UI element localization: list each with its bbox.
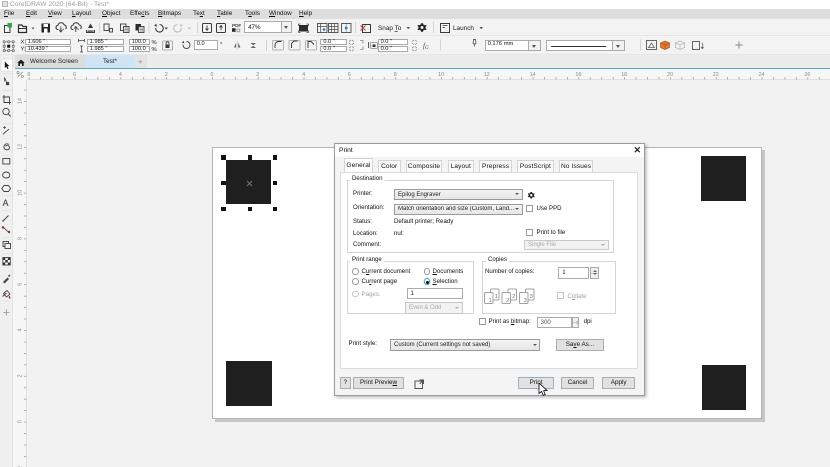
- svg-text:PDF: PDF: [232, 23, 241, 28]
- svg-text:12: 12: [17, 144, 23, 150]
- svg-text:3: 3: [523, 298, 526, 304]
- svg-text:6: 6: [73, 72, 76, 78]
- svg-text:24: 24: [759, 72, 765, 78]
- svg-text:14: 14: [17, 98, 23, 104]
- svg-text:18: 18: [621, 72, 627, 78]
- svg-text:12: 12: [484, 72, 490, 78]
- svg-text:A: A: [3, 198, 9, 208]
- svg-text:1: 1: [488, 298, 491, 304]
- svg-text:10: 10: [438, 72, 444, 78]
- svg-text:6: 6: [348, 72, 351, 78]
- svg-text:16: 16: [575, 72, 581, 78]
- svg-text:%: %: [152, 40, 157, 46]
- svg-text:2: 2: [165, 72, 168, 78]
- svg-text:22: 22: [713, 72, 719, 78]
- svg-text:4: 4: [119, 72, 122, 78]
- svg-text:fG: fG: [423, 42, 429, 51]
- svg-text:Launch: Launch: [453, 25, 474, 32]
- svg-text:2: 2: [512, 294, 515, 300]
- svg-text:0: 0: [211, 72, 214, 78]
- svg-text:%: %: [152, 47, 157, 53]
- svg-text:2: 2: [17, 374, 23, 377]
- svg-text:8: 8: [17, 237, 23, 240]
- svg-text:14: 14: [530, 72, 536, 78]
- svg-text:0: 0: [17, 420, 23, 423]
- svg-text:4: 4: [17, 329, 23, 332]
- svg-text:3: 3: [529, 294, 532, 300]
- svg-text:4: 4: [302, 72, 305, 78]
- svg-text:8: 8: [27, 72, 30, 78]
- svg-text:2: 2: [506, 298, 509, 304]
- svg-text:2: 2: [256, 72, 259, 78]
- svg-text:6: 6: [17, 283, 23, 286]
- svg-text:Snap To: Snap To: [378, 25, 402, 32]
- svg-text:8: 8: [394, 72, 397, 78]
- svg-text:20: 20: [667, 72, 673, 78]
- svg-text:°: °: [220, 43, 223, 49]
- svg-text:1: 1: [494, 294, 497, 300]
- svg-text:26: 26: [804, 72, 810, 78]
- svg-text:10: 10: [17, 190, 23, 196]
